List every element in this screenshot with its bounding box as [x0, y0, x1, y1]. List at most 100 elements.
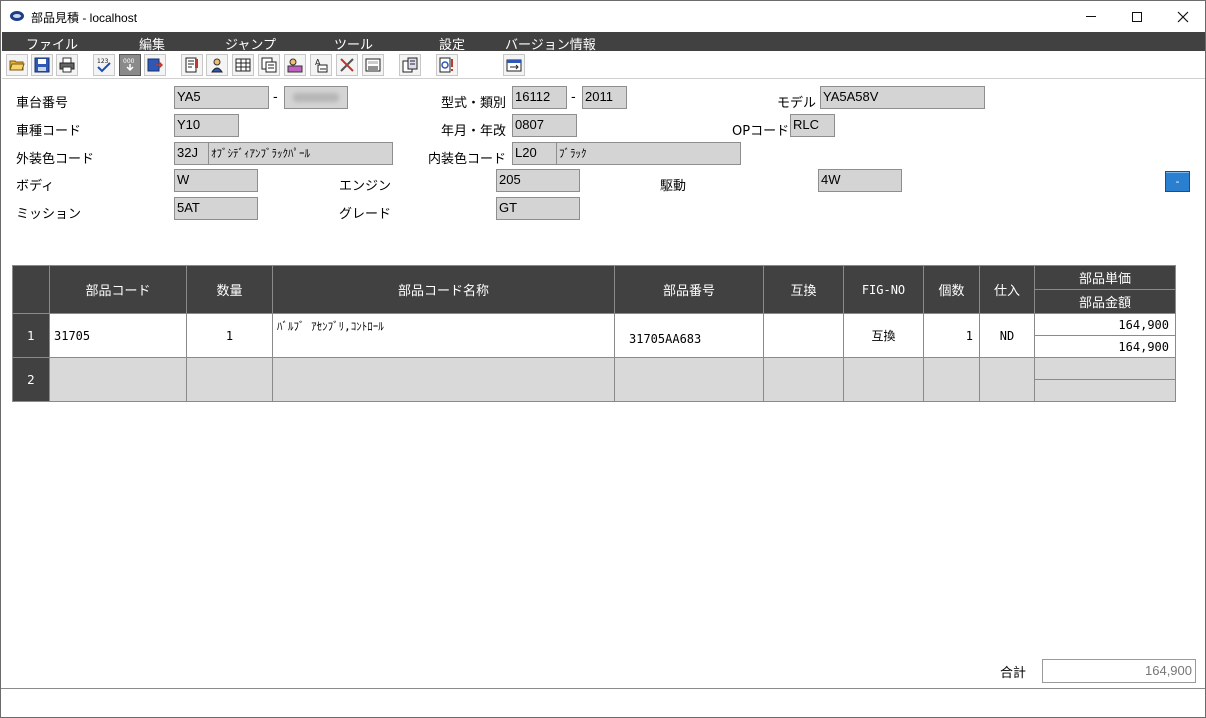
compat-header[interactable]: 互換	[763, 265, 844, 314]
qty-cell[interactable]: 1	[186, 313, 273, 358]
title-bar: 部品見積 - localhost	[1, 1, 1205, 32]
chassis-serial-field[interactable]	[284, 86, 348, 109]
part-number-cell[interactable]	[614, 357, 764, 402]
date-field[interactable]: 0807	[512, 114, 577, 137]
part-number-cell[interactable]: 31705AA683	[614, 313, 764, 358]
ext-color-name-field[interactable]: ｵﾌﾞｼﾃﾞｨｱﾝﾌﾞﾗｯｸﾊﾟｰﾙ	[208, 142, 393, 165]
amount-header[interactable]: 部品金額	[1034, 289, 1176, 314]
svg-text:123: 123	[97, 58, 109, 65]
tools-button[interactable]	[336, 54, 358, 76]
engine-field[interactable]: 205	[496, 169, 580, 192]
user-icon	[211, 58, 223, 73]
amount-cell[interactable]: 164,900	[1034, 335, 1176, 358]
body-label: ボディ	[16, 179, 55, 194]
stack-documents-button[interactable]	[399, 54, 421, 76]
grade-field[interactable]: GT	[496, 197, 580, 220]
save-button[interactable]	[31, 54, 53, 76]
stack-documents-icon	[402, 57, 418, 73]
toolbar: 123 000 A	[2, 51, 1205, 79]
close-button[interactable]	[1160, 1, 1206, 32]
model-field[interactable]: YA5A58V	[820, 86, 985, 109]
mission-field[interactable]: 5AT	[174, 197, 258, 220]
app-logo-icon	[10, 11, 24, 21]
type-field-2[interactable]: 2011	[582, 86, 627, 109]
open-button[interactable]	[6, 54, 28, 76]
table-row[interactable]: 2	[12, 357, 1176, 402]
part-code-cell[interactable]	[49, 357, 187, 402]
minimize-button[interactable]	[1068, 1, 1114, 32]
part-code-cell[interactable]: 31705	[49, 313, 187, 358]
int-color-name-field[interactable]: ﾌﾞﾗｯｸ	[556, 142, 741, 165]
minimize-icon	[1086, 16, 1096, 17]
model-label: モデル	[777, 96, 817, 111]
part-code-header[interactable]: 部品コード	[49, 265, 187, 314]
check-numbers-icon: 123	[97, 58, 111, 73]
renumber-button[interactable]: 000	[119, 54, 141, 76]
drive-field[interactable]: 4W	[818, 169, 902, 192]
grid-icon	[235, 58, 251, 72]
part-name-cell[interactable]: ﾊﾞﾙﾌﾞ ｱｾﾝﾌﾞﾘ,ｺﾝﾄﾛｰﾙ	[272, 313, 615, 358]
export-button[interactable]	[144, 54, 166, 76]
fig-no-cell[interactable]: 互換	[843, 313, 924, 358]
maximize-button[interactable]	[1114, 1, 1160, 32]
save-icon	[34, 57, 50, 73]
body-field[interactable]: W	[174, 169, 258, 192]
copy-list-button[interactable]	[258, 54, 280, 76]
unit-price-cell[interactable]: 164,900	[1034, 313, 1176, 336]
alert-document-button[interactable]	[436, 54, 458, 76]
mission-label: ミッション	[16, 207, 82, 222]
collapse-button[interactable]: -	[1165, 171, 1190, 192]
chassis-separator: -	[273, 90, 278, 105]
vehicle-code-field[interactable]: Y10	[174, 114, 239, 137]
tools-icon	[340, 58, 354, 72]
type-separator: -	[571, 90, 576, 105]
edit-document-button[interactable]	[181, 54, 203, 76]
close-icon	[1177, 11, 1189, 22]
qty-cell[interactable]	[186, 357, 273, 402]
check-numbers-button[interactable]: 123	[93, 54, 115, 76]
int-color-code-field[interactable]: L20	[512, 142, 557, 165]
op-code-label: OPコード	[732, 124, 790, 139]
fig-no-cell[interactable]	[843, 357, 924, 402]
unit-price-cell[interactable]	[1034, 357, 1176, 380]
user-button[interactable]	[206, 54, 228, 76]
print-button[interactable]	[56, 54, 78, 76]
qty-header[interactable]: 数量	[186, 265, 273, 314]
op-code-field[interactable]: RLC	[790, 114, 835, 137]
svg-text:000: 000	[123, 58, 135, 65]
part-name-header[interactable]: 部品コード名称	[272, 265, 615, 314]
unit-price-header[interactable]: 部品単価	[1034, 265, 1176, 290]
parts-table: 部品コード 数量 部品コード名称 部品番号 互換 FIG-NO 個数 仕入 部品…	[12, 265, 1176, 402]
window-switch-icon	[506, 59, 522, 72]
chassis-field[interactable]: YA5	[174, 86, 269, 109]
count-cell[interactable]: 1	[923, 313, 980, 358]
edit-document-icon	[185, 57, 198, 73]
date-label: 年月・年改	[441, 124, 507, 139]
type-field-1[interactable]: 16112	[512, 86, 567, 109]
chassis-label: 車台番号	[16, 96, 69, 111]
supply-cell[interactable]: ND	[979, 313, 1035, 358]
calculator-button[interactable]	[362, 54, 384, 76]
part-name-cell[interactable]	[272, 357, 615, 402]
search-user-button[interactable]	[284, 54, 306, 76]
supply-header[interactable]: 仕入	[979, 265, 1035, 314]
text-edit-button[interactable]: A	[310, 54, 332, 76]
supply-cell[interactable]	[979, 357, 1035, 402]
compat-cell[interactable]	[763, 357, 844, 402]
compat-cell[interactable]	[763, 313, 844, 358]
row-number-header	[12, 265, 50, 314]
open-folder-icon	[9, 60, 25, 71]
count-cell[interactable]	[923, 357, 980, 402]
grade-label: グレード	[339, 207, 392, 222]
count-header[interactable]: 個数	[923, 265, 980, 314]
ext-color-code-field[interactable]: 32J	[174, 142, 209, 165]
table-row[interactable]: 1 31705 1 ﾊﾞﾙﾌﾞ ｱｾﾝﾌﾞﾘ,ｺﾝﾄﾛｰﾙ 31705AA683…	[12, 313, 1176, 358]
total-label: 合計	[1000, 666, 1027, 681]
grid-button[interactable]	[232, 54, 254, 76]
fig-no-header[interactable]: FIG-NO	[843, 265, 924, 314]
part-number-header[interactable]: 部品番号	[614, 265, 764, 314]
window-switch-button[interactable]	[503, 54, 525, 76]
row-number: 1	[12, 313, 50, 358]
amount-cell[interactable]	[1034, 379, 1176, 402]
ext-color-label: 外装色コード	[16, 152, 95, 167]
